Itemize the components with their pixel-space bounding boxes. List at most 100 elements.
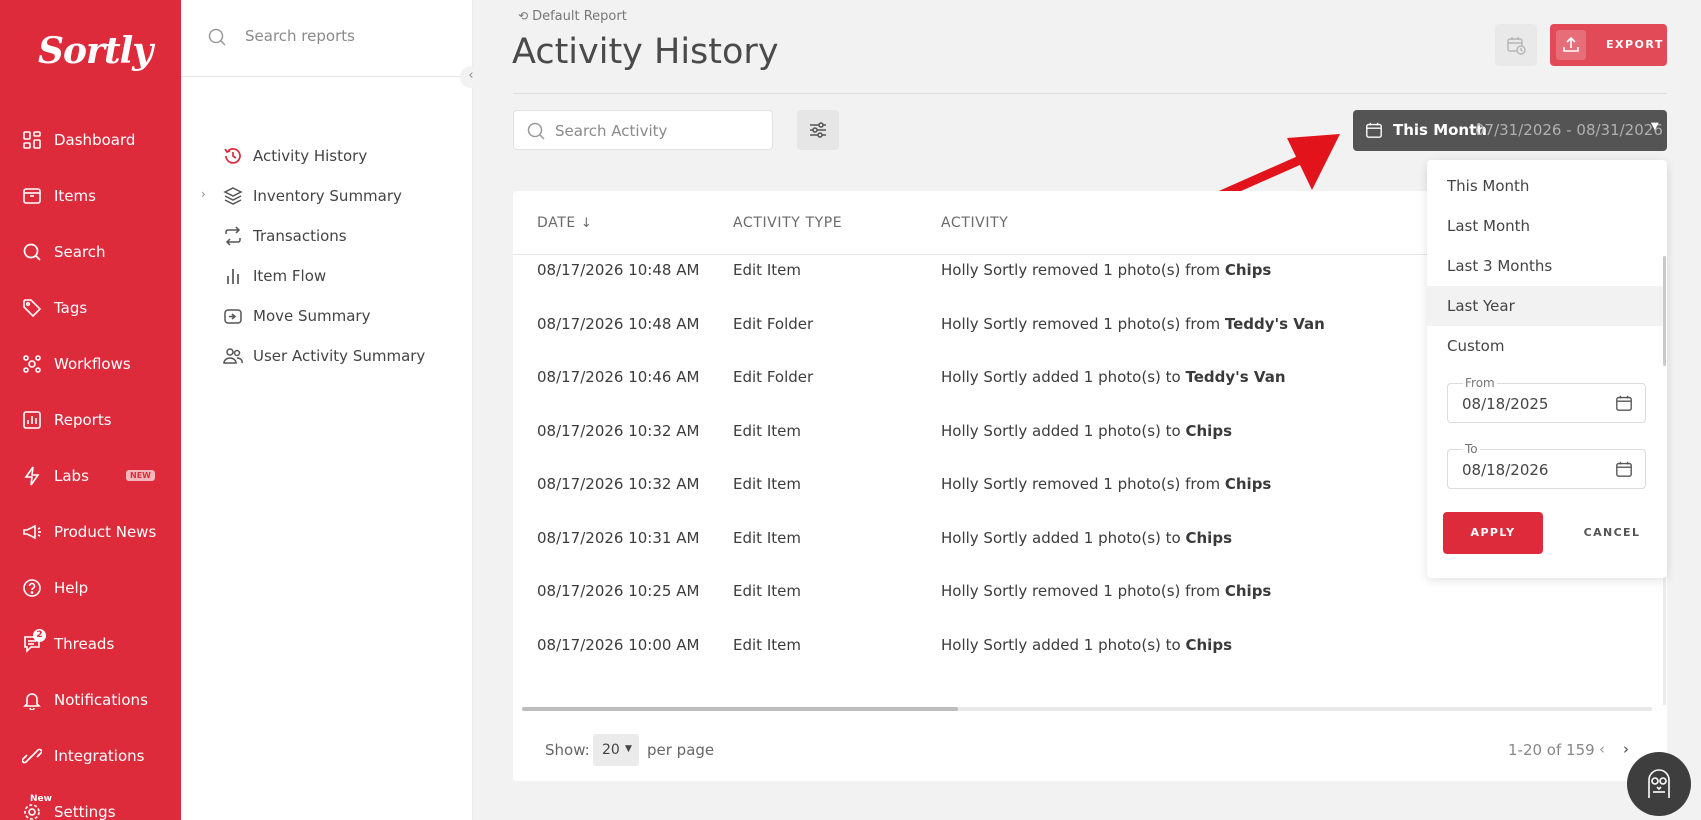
nav-item-reports[interactable]: Reports: [0, 400, 181, 440]
nav-label: Notifications: [54, 691, 148, 709]
column-header-label: DATE: [537, 215, 576, 231]
cell-date: 08/17/2026 10:32 AM: [537, 475, 700, 493]
nav-label: Help: [54, 579, 89, 597]
header-divider: [513, 93, 1667, 94]
owl-icon: [1648, 769, 1670, 798]
activity-target[interactable]: Chips: [1225, 582, 1272, 600]
nav-item-integrations[interactable]: Integrations: [0, 736, 181, 776]
report-item-activity-history[interactable]: Activity History: [181, 141, 473, 171]
prev-page-button[interactable]: ‹: [1599, 740, 1605, 758]
dashboard-icon: [23, 131, 41, 149]
activity-target[interactable]: Chips: [1186, 636, 1233, 654]
nav-item-product-news[interactable]: Product News: [0, 512, 181, 552]
nav-label: Search: [54, 243, 106, 261]
report-item-item-flow[interactable]: Item Flow: [181, 261, 473, 291]
collapse-sidebar-button[interactable]: ‹: [460, 66, 482, 88]
search-icon: [527, 122, 545, 140]
reports-search-placeholder[interactable]: Search reports: [245, 27, 355, 45]
column-header-activity-type[interactable]: ACTIVITY TYPE: [733, 215, 842, 231]
activity-target[interactable]: Teddy's Van: [1186, 368, 1286, 386]
filter-button[interactable]: [797, 110, 839, 150]
activity-preposition: to: [1165, 422, 1181, 440]
column-header-date[interactable]: DATE ↓: [537, 215, 592, 231]
export-button[interactable]: EXPORT: [1550, 24, 1667, 66]
cancel-button[interactable]: CANCEL: [1567, 512, 1657, 554]
column-header-activity[interactable]: ACTIVITY: [941, 215, 1008, 231]
sort-down-icon[interactable]: ↓: [581, 216, 593, 231]
activity-search-input[interactable]: Search Activity: [513, 110, 773, 150]
calendar-icon[interactable]: [1615, 394, 1633, 412]
report-item-inventory-summary[interactable]: › Inventory Summary: [181, 181, 473, 211]
nav-item-labs[interactable]: Labs NEW: [0, 456, 181, 496]
nav-label: Product News: [54, 523, 157, 541]
from-label: From: [1463, 376, 1497, 390]
date-option-this-month[interactable]: This Month: [1427, 166, 1664, 206]
report-item-move-summary[interactable]: Move Summary: [181, 301, 473, 331]
report-item-transactions[interactable]: Transactions: [181, 221, 473, 251]
users-icon: [223, 348, 243, 364]
cell-activity-type: Edit Item: [733, 475, 801, 493]
activity-user: Holly Sortly: [941, 582, 1028, 600]
activity-user: Holly Sortly: [941, 315, 1028, 333]
report-item-label: User Activity Summary: [253, 347, 426, 365]
date-option-last-month[interactable]: Last Month: [1427, 206, 1664, 246]
per-page-select[interactable]: 20 ▼: [593, 734, 639, 766]
nav-item-tags[interactable]: Tags: [0, 288, 181, 328]
nav-item-threads[interactable]: 2 Threads: [0, 624, 181, 664]
activity-user: Holly Sortly: [941, 475, 1028, 493]
calendar-icon: [1366, 122, 1382, 138]
nav-item-notifications[interactable]: Notifications: [0, 680, 181, 720]
nav-item-help[interactable]: Help: [0, 568, 181, 608]
scrollbar-thumb[interactable]: [522, 707, 958, 711]
nav-item-search[interactable]: Search: [0, 232, 181, 272]
activity-preposition: to: [1165, 529, 1181, 547]
report-item-label: Inventory Summary: [253, 187, 402, 205]
option-label: Last 3 Months: [1447, 257, 1553, 275]
nav-label: Labs: [54, 467, 89, 485]
to-label: To: [1463, 442, 1480, 456]
activity-target[interactable]: Chips: [1225, 261, 1272, 279]
cell-date: 08/17/2026 10:31 AM: [537, 529, 700, 547]
nav-item-dashboard[interactable]: Dashboard: [0, 120, 181, 160]
nav-item-settings[interactable]: New Settings: [0, 792, 181, 820]
activity-preposition: from: [1185, 582, 1221, 600]
date-option-last-year[interactable]: Last Year: [1427, 286, 1664, 326]
date-option-last-3-months[interactable]: Last 3 Months: [1427, 246, 1664, 286]
activity-target[interactable]: Chips: [1186, 422, 1233, 440]
option-label: This Month: [1447, 177, 1530, 195]
cell-activity-type: Edit Folder: [733, 368, 814, 386]
nav-item-workflows[interactable]: Workflows: [0, 344, 181, 384]
cell-activity: Holly Sortly added 1 photo(s) to Chips: [941, 422, 1232, 440]
activity-target[interactable]: Teddy's Van: [1225, 315, 1325, 333]
calendar-icon[interactable]: [1615, 460, 1633, 478]
activity-action: added 1 photo(s): [1032, 636, 1161, 654]
schedule-report-button[interactable]: [1495, 24, 1537, 66]
sliders-icon: [810, 122, 826, 138]
table-row[interactable]: 08/17/2026 10:25 AM Edit Item Holly Sortly…: [513, 582, 1667, 640]
cell-activity-type: Edit Item: [733, 582, 801, 600]
activity-target[interactable]: Chips: [1186, 529, 1233, 547]
horizontal-scrollbar[interactable]: [522, 707, 1652, 711]
cell-date: 08/17/2026 10:46 AM: [537, 368, 700, 386]
activity-preposition: to: [1165, 636, 1181, 654]
nav-item-items[interactable]: Items: [0, 176, 181, 216]
chevron-right-icon[interactable]: ›: [201, 187, 206, 201]
breadcrumb[interactable]: ⟲ Default Report: [518, 9, 627, 24]
report-item-user-activity-summary[interactable]: User Activity Summary: [181, 341, 473, 371]
date-range-button[interactable]: This Month 07/31/2026 - 08/31/2026 ▼: [1353, 110, 1667, 151]
table-row[interactable]: 08/17/2026 10:00 AM Edit Item Holly Sortly…: [513, 636, 1667, 694]
activity-target[interactable]: Chips: [1225, 475, 1272, 493]
nav-label: Workflows: [54, 355, 131, 373]
date-option-custom[interactable]: Custom: [1427, 326, 1664, 366]
apply-button[interactable]: APPLY: [1443, 512, 1543, 554]
cell-activity-type: Edit Item: [733, 422, 801, 440]
next-page-button[interactable]: ›: [1623, 740, 1629, 758]
reports-search[interactable]: Search reports: [181, 0, 473, 77]
caret-down-icon: ▼: [625, 744, 632, 754]
chat-widget-button[interactable]: [1627, 752, 1691, 816]
sortly-logo[interactable]: Sortly: [38, 30, 153, 72]
option-label: Last Year: [1447, 297, 1515, 315]
dropdown-scrollbar[interactable]: [1663, 256, 1666, 366]
bar-chart-icon: [227, 269, 239, 284]
activity-action: removed 1 photo(s): [1032, 261, 1181, 279]
